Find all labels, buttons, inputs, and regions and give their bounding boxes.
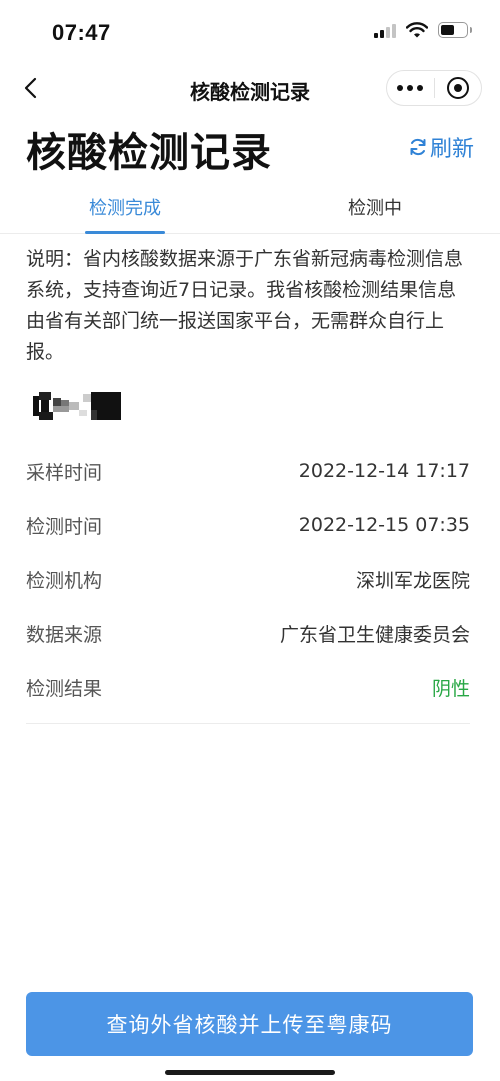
home-indicator — [165, 1070, 335, 1075]
query-other-province-button[interactable]: 查询外省核酸并上传至粤康码 — [26, 992, 473, 1056]
status-time: 07:47 — [52, 20, 111, 45]
result-label: 检测结果 — [26, 677, 103, 700]
info-row-test-time: 检测时间 2022-12-15 07:35 — [26, 498, 470, 552]
pixelated-name-image — [33, 392, 121, 420]
notice-text: 说明：省内核酸数据来源于广东省新冠病毒检测信息系统，支持查询近7日记录。我省核酸… — [26, 248, 464, 363]
more-button[interactable] — [387, 71, 434, 105]
masked-person-name — [33, 392, 123, 420]
tab-in-progress[interactable]: 检测中 — [250, 182, 500, 233]
record-divider — [26, 723, 470, 724]
info-row-data-source: 数据来源 广东省卫生健康委员会 — [26, 606, 470, 660]
cellular-signal-icon — [374, 22, 396, 38]
battery-icon — [438, 22, 472, 38]
page-title: 核酸检测记录 — [26, 130, 272, 176]
refresh-button[interactable]: 刷新 — [408, 131, 474, 163]
info-row-result: 检测结果 阴性 — [26, 660, 470, 714]
status-icons — [374, 22, 472, 38]
tab-bar: 检测完成 检测中 — [0, 182, 500, 234]
target-icon — [446, 77, 469, 99]
data-source-label: 数据来源 — [26, 623, 103, 646]
more-dots-icon — [397, 85, 424, 91]
refresh-label: 刷新 — [429, 137, 474, 162]
result-value: 阴性 — [431, 677, 470, 700]
wifi-icon — [406, 22, 428, 38]
sampling-time-label: 采样时间 — [26, 461, 103, 484]
test-time-label: 检测时间 — [26, 515, 103, 538]
info-row-sampling-time: 采样时间 2022-12-14 17:17 — [26, 444, 470, 498]
miniprogram-capsule — [386, 70, 482, 106]
close-miniprogram-button[interactable] — [435, 71, 482, 105]
refresh-icon — [410, 139, 426, 155]
institution-label: 检测机构 — [26, 569, 103, 592]
sampling-time-value: 2022-12-14 17:17 — [298, 460, 470, 482]
info-row-institution: 检测机构 深圳军龙医院 — [26, 552, 470, 606]
tab-completed[interactable]: 检测完成 — [0, 182, 250, 233]
test-time-value: 2022-12-15 07:35 — [298, 514, 470, 536]
record-info-list: 采样时间 2022-12-14 17:17 检测时间 2022-12-15 07… — [26, 444, 470, 714]
status-bar: 07:47 — [0, 0, 500, 64]
data-source-value: 广东省卫生健康委员会 — [279, 623, 470, 646]
institution-value: 深圳军龙医院 — [355, 569, 470, 592]
nav-bar: 核酸检测记录 — [0, 64, 500, 114]
